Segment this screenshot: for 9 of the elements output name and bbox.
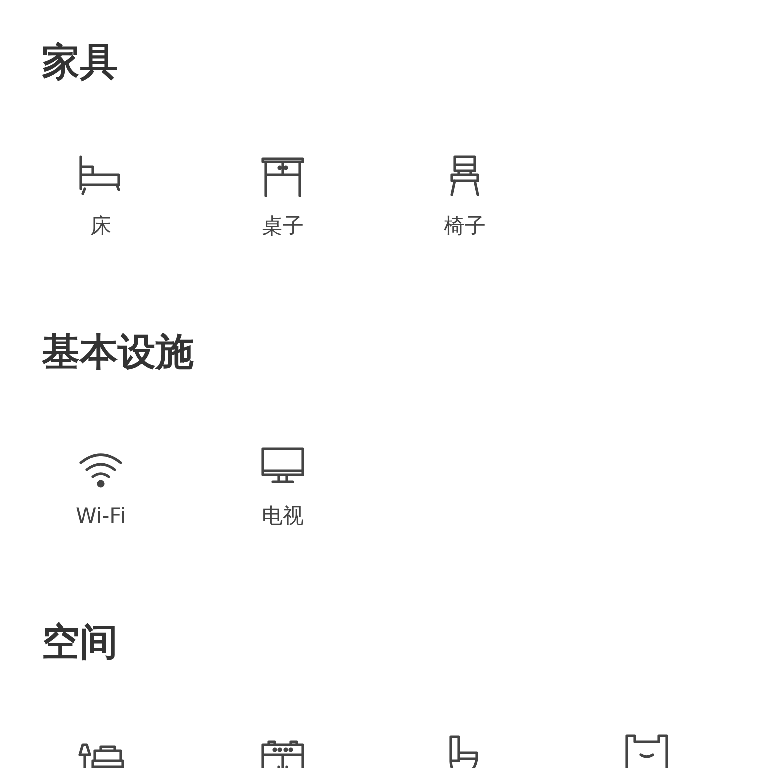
amenity-label: 椅子 xyxy=(444,213,486,239)
amenity-label: 床 xyxy=(90,213,112,239)
section-heading: 家具 xyxy=(42,40,119,84)
amenity-label: 电视 xyxy=(262,503,304,529)
section-heading: 基本设施 xyxy=(42,330,195,374)
bathtub-icon xyxy=(623,733,671,768)
section-heading: 空间 xyxy=(42,620,119,664)
amenity-label: 桌子 xyxy=(262,213,304,239)
amenity-label: Wi-Fi xyxy=(76,503,126,529)
